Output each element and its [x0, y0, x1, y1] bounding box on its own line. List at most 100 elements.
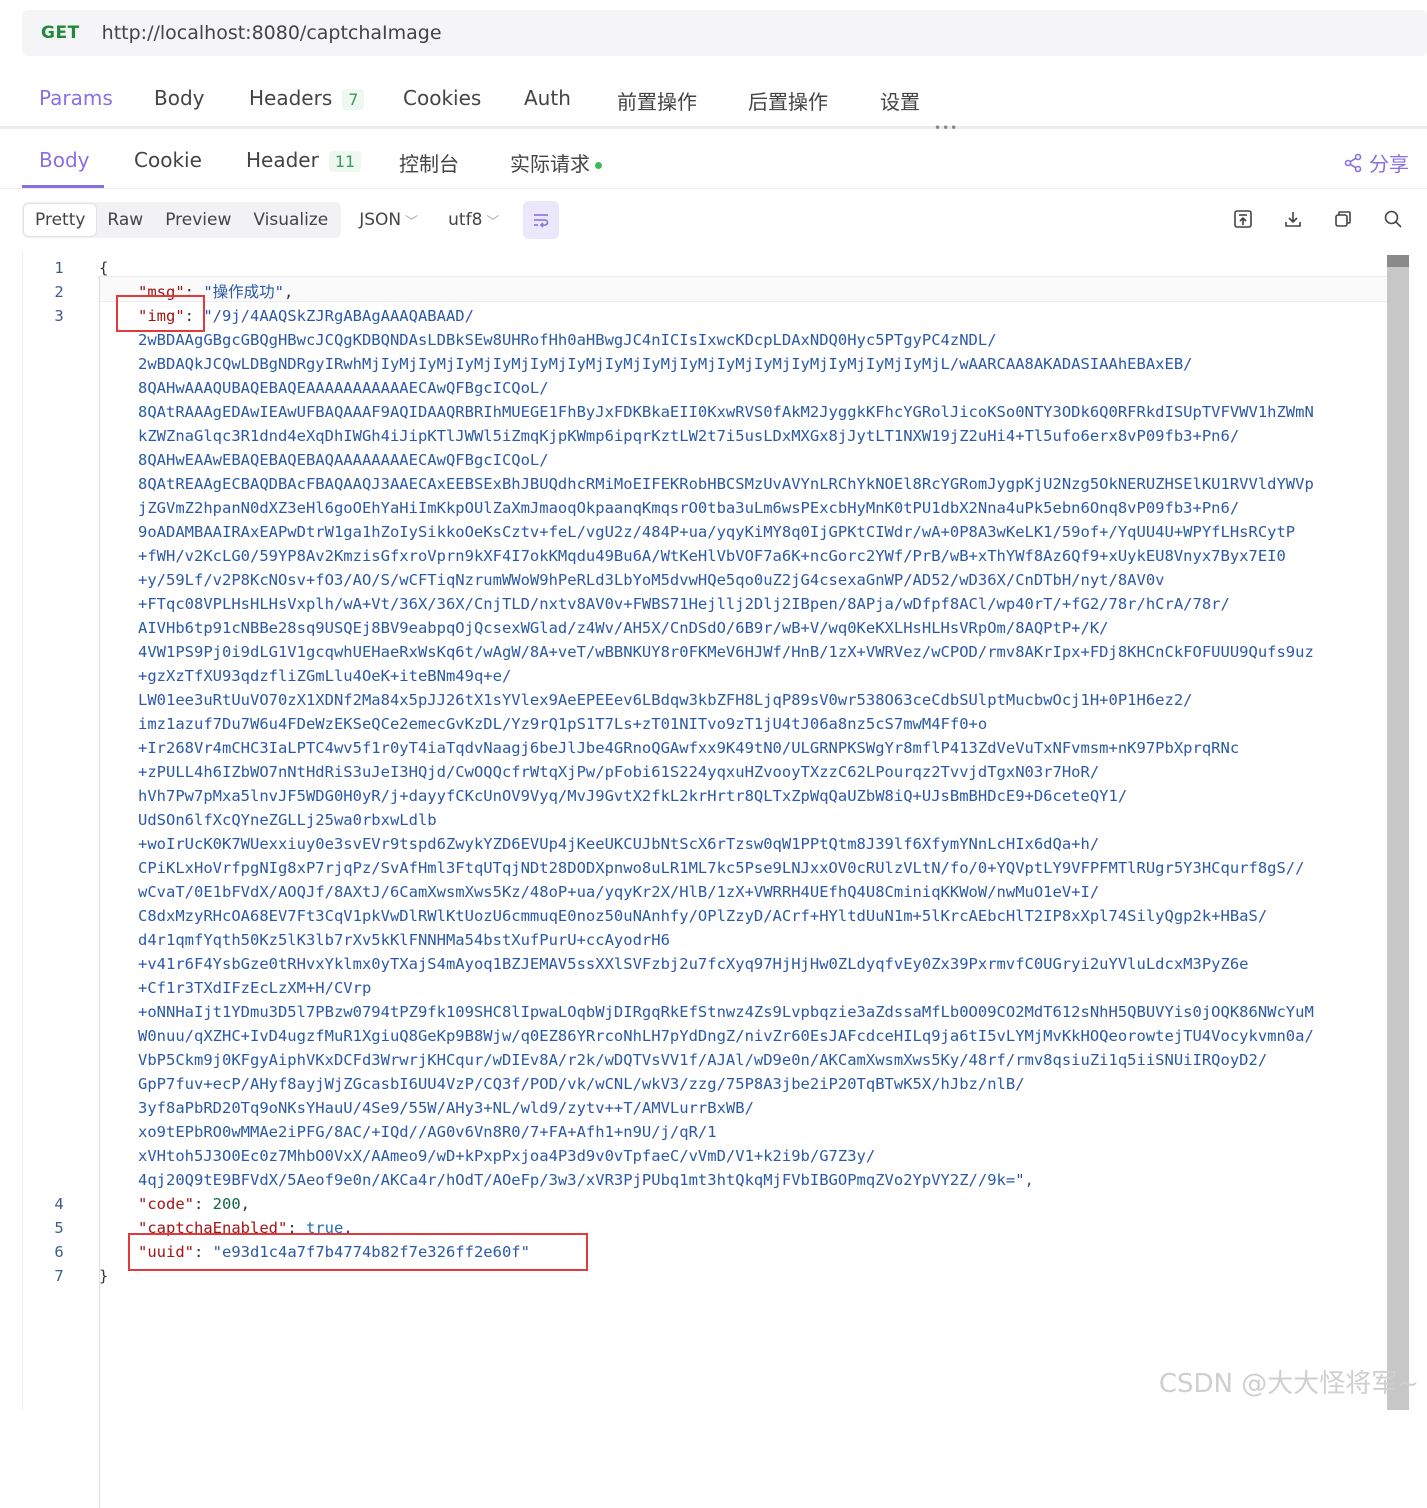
share-icon	[1344, 153, 1362, 172]
line-number-empty	[23, 688, 95, 712]
line-number-empty	[23, 1168, 95, 1192]
line-number-empty	[23, 1072, 95, 1096]
json-string-continuation: UdSOn6lfXcQYneZGLLj25wa0rbxwLdlb	[138, 811, 437, 829]
code-line: imz1azuf7Du7W6u4FDeWzEKSeQCe2emecGvKzDL/…	[23, 712, 1314, 736]
view-pretty[interactable]: Pretty	[24, 204, 97, 236]
line-number-empty	[23, 808, 95, 832]
status-dot-icon	[595, 162, 602, 169]
line-number-empty	[23, 376, 95, 400]
line-number-empty	[23, 1096, 95, 1120]
tab-auth[interactable]: Auth	[524, 86, 571, 110]
tab-post-request[interactable]: 后置操作	[748, 86, 828, 115]
line-number-empty	[23, 400, 95, 424]
line-number: 6	[54, 1243, 64, 1261]
pane-splitter[interactable]	[0, 126, 1427, 129]
line-number-empty	[23, 784, 95, 808]
tab-params[interactable]: Params	[39, 86, 113, 110]
encoding-value: utf8	[448, 210, 483, 230]
view-preview[interactable]: Preview	[154, 204, 242, 236]
line-number-empty	[23, 952, 95, 976]
code-line: d4r1qmfYqth50Kz5lK3lb7rXv5kKlFNNHMa54bst…	[23, 928, 1314, 952]
line-number-empty	[23, 1000, 95, 1024]
line-number-empty	[23, 1024, 95, 1048]
code-line: LW01ee3uRtUuVO70zX1XDNf2Ma84x5pJJ26tX1sY…	[23, 688, 1314, 712]
share-button[interactable]: 分享	[1343, 148, 1409, 177]
tab-response-cookie[interactable]: Cookie	[134, 148, 202, 172]
json-string-continuation: d4r1qmfYqth50Kz5lK3lb7rXv5kKlFNNHMa54bst…	[138, 931, 670, 949]
export-button[interactable]	[1231, 207, 1255, 231]
code-line: UdSOn6lfXcQYneZGLLj25wa0rbxwLdlb	[23, 808, 1314, 832]
line-number: 4	[54, 1195, 64, 1213]
json-string-continuation: +fWH/v2KcLG0/59YP8Av2KmzisGfxroVprn9kXF4…	[138, 547, 1286, 565]
code-line: 8QAtRAAAgEDAwIEAwUFBAQAAAF9AQIDAAQRBRIhM…	[23, 400, 1314, 424]
code-line: hVh7Pw7pMxa5lnvJF5WDG0H0yR/j+dayyfCKcUnO…	[23, 784, 1314, 808]
drag-handle-icon[interactable]: •••	[934, 121, 958, 135]
json-string-continuation: LW01ee3uRtUuVO70zX1XDNf2Ma84x5pJJ26tX1sY…	[138, 691, 1193, 709]
line-number-empty	[23, 520, 95, 544]
scrollbar-thumb[interactable]	[1387, 255, 1409, 267]
view-visualize[interactable]: Visualize	[242, 204, 339, 236]
json-string-continuation: +Ir268Vr4mCHC3IaLPTC4wv5f1r0yT4iaTqdvNaa…	[138, 739, 1240, 757]
code-line: GpP7fuv+ecP/AHyf8ayjWjZGcasbI6UU4VzP/CQ3…	[23, 1072, 1314, 1096]
code-line: +Ir268Vr4mCHC3IaLPTC4wv5f1r0yT4iaTqdvNaa…	[23, 736, 1314, 760]
close-brace: }	[99, 1267, 109, 1285]
json-string-continuation: kZWZnaGlqc3R1dnd4eXqDhIWGh4iJipKTlJWWl5i…	[138, 427, 1240, 445]
json-string-continuation: +FTqc08VPLHsHLHsVxplh/wA+Vt/36X/36X/CnjT…	[138, 595, 1230, 613]
line-number-empty	[23, 1144, 95, 1168]
url-input[interactable]: http://localhost:8080/captchaImage	[102, 22, 442, 44]
vertical-scrollbar[interactable]	[1387, 255, 1409, 1410]
tab-response-header-label: Header	[246, 148, 319, 172]
img-continuation: 2wBDAAgGBgcGBQgHBwcJCQgKDBQNDAsLDBkSEw8U…	[23, 328, 1314, 1192]
tab-headers[interactable]: Headers 7	[249, 86, 365, 110]
search-button[interactable]	[1381, 207, 1405, 231]
tab-body[interactable]: Body	[154, 86, 205, 110]
json-string-continuation: C8dxMzyRHcOA68EV7Ft3CqV1pkVwDlRWlKtUozU6…	[138, 907, 1268, 925]
request-tabs: Params Body Headers 7 Cookies Auth 前置操作 后…	[0, 78, 1427, 124]
view-toolbar: Pretty Raw Preview Visualize JSON ﹀ utf8 ﹀	[22, 201, 560, 239]
json-string-continuation: GpP7fuv+ecP/AHyf8ayjWjZGcasbI6UU4VzP/CQ3…	[138, 1075, 1025, 1093]
code-content: 1{ 2 "msg": "操作成功", 3 "img": "/9j/4AAQSkZJ…	[23, 256, 1314, 1288]
json-key: "code"	[138, 1195, 194, 1213]
json-string-continuation: 8QAtREAAgECBAQDBAcFBAQAAQJ3AAECAxEEBSExB…	[138, 475, 1314, 493]
url-bar[interactable]: GET http://localhost:8080/captchaImage	[22, 10, 1427, 56]
tab-headers-label: Headers	[249, 86, 333, 110]
code-line: wCvaT/0E1bFVdX/AOQJf/8AXtJ/6CamXwsmXws5K…	[23, 880, 1314, 904]
export-icon	[1234, 210, 1252, 228]
download-button[interactable]	[1281, 207, 1305, 231]
code-line: 8QAHwAAAQUBAQEBAQEAAAAAAAAAAAECAwQFBgcIC…	[23, 376, 1314, 400]
json-string-continuation: hVh7Pw7pMxa5lnvJF5WDG0H0yR/j+dayyfCKcUnO…	[138, 787, 1128, 805]
headers-count-badge: 7	[342, 89, 365, 110]
tab-response-header[interactable]: Header 11	[246, 148, 362, 172]
http-method[interactable]: GET	[41, 23, 80, 43]
tab-actual-request-label: 实际请求	[510, 152, 590, 176]
tab-settings[interactable]: 设置	[880, 86, 920, 115]
json-string-continuation: imz1azuf7Du7W6u4FDeWzEKSeQCe2emecGvKzDL/…	[138, 715, 988, 733]
code-line: +FTqc08VPLHsHLHsVxplh/wA+Vt/36X/36X/CnjT…	[23, 592, 1314, 616]
tab-response-body[interactable]: Body	[39, 148, 90, 172]
tab-console[interactable]: 控制台	[399, 148, 459, 177]
line-number: 7	[54, 1267, 64, 1285]
code-line: kZWZnaGlqc3R1dnd4eXqDhIWGh4iJipKTlJWWl5i…	[23, 424, 1314, 448]
download-icon	[1285, 212, 1301, 227]
json-string-continuation: 3yf8aPbRD20Tq9oNKsYHauU/4Se9/55W/AHy3+NL…	[138, 1099, 754, 1117]
code-line: +woIrUcK0K7WUexxiuy0e3svEVr9tspd6ZwykYZD…	[23, 832, 1314, 856]
json-string: "/9j/4AAQSkZJRgABAgAAAQABAAD/	[203, 307, 474, 325]
tab-pre-request[interactable]: 前置操作	[617, 86, 697, 115]
line-number-empty	[23, 664, 95, 688]
view-raw[interactable]: Raw	[96, 204, 154, 236]
json-string-continuation: 8QAHwAAAQUBAQEBAQEAAAAAAAAAAAECAwQFBgcIC…	[138, 379, 549, 397]
json-string-continuation: +oNNHaIjt1YDmu3D5l7PBzw0794tPZ9fk109SHC8…	[138, 1003, 1314, 1021]
line-number-empty	[23, 568, 95, 592]
encoding-dropdown[interactable]: utf8 ﹀	[448, 210, 499, 230]
line-number-empty	[23, 1048, 95, 1072]
tab-cookies[interactable]: Cookies	[403, 86, 481, 110]
line-number: 5	[54, 1219, 64, 1237]
tab-actual-request[interactable]: 实际请求	[510, 148, 602, 177]
format-dropdown[interactable]: JSON ﹀	[359, 210, 418, 230]
copy-button[interactable]	[1331, 207, 1355, 231]
json-string-continuation: +Cf1r3TXdIFzEcLzXM+H/CVrp	[138, 979, 372, 997]
json-string-continuation: 4VW1PS9Pj0i9dLG1V1gcqwhUEHaeRxWsKq6t/wAg…	[138, 643, 1314, 661]
annotation-box-img	[116, 295, 205, 332]
word-wrap-button[interactable]	[523, 201, 560, 239]
line-number-empty	[23, 352, 95, 376]
